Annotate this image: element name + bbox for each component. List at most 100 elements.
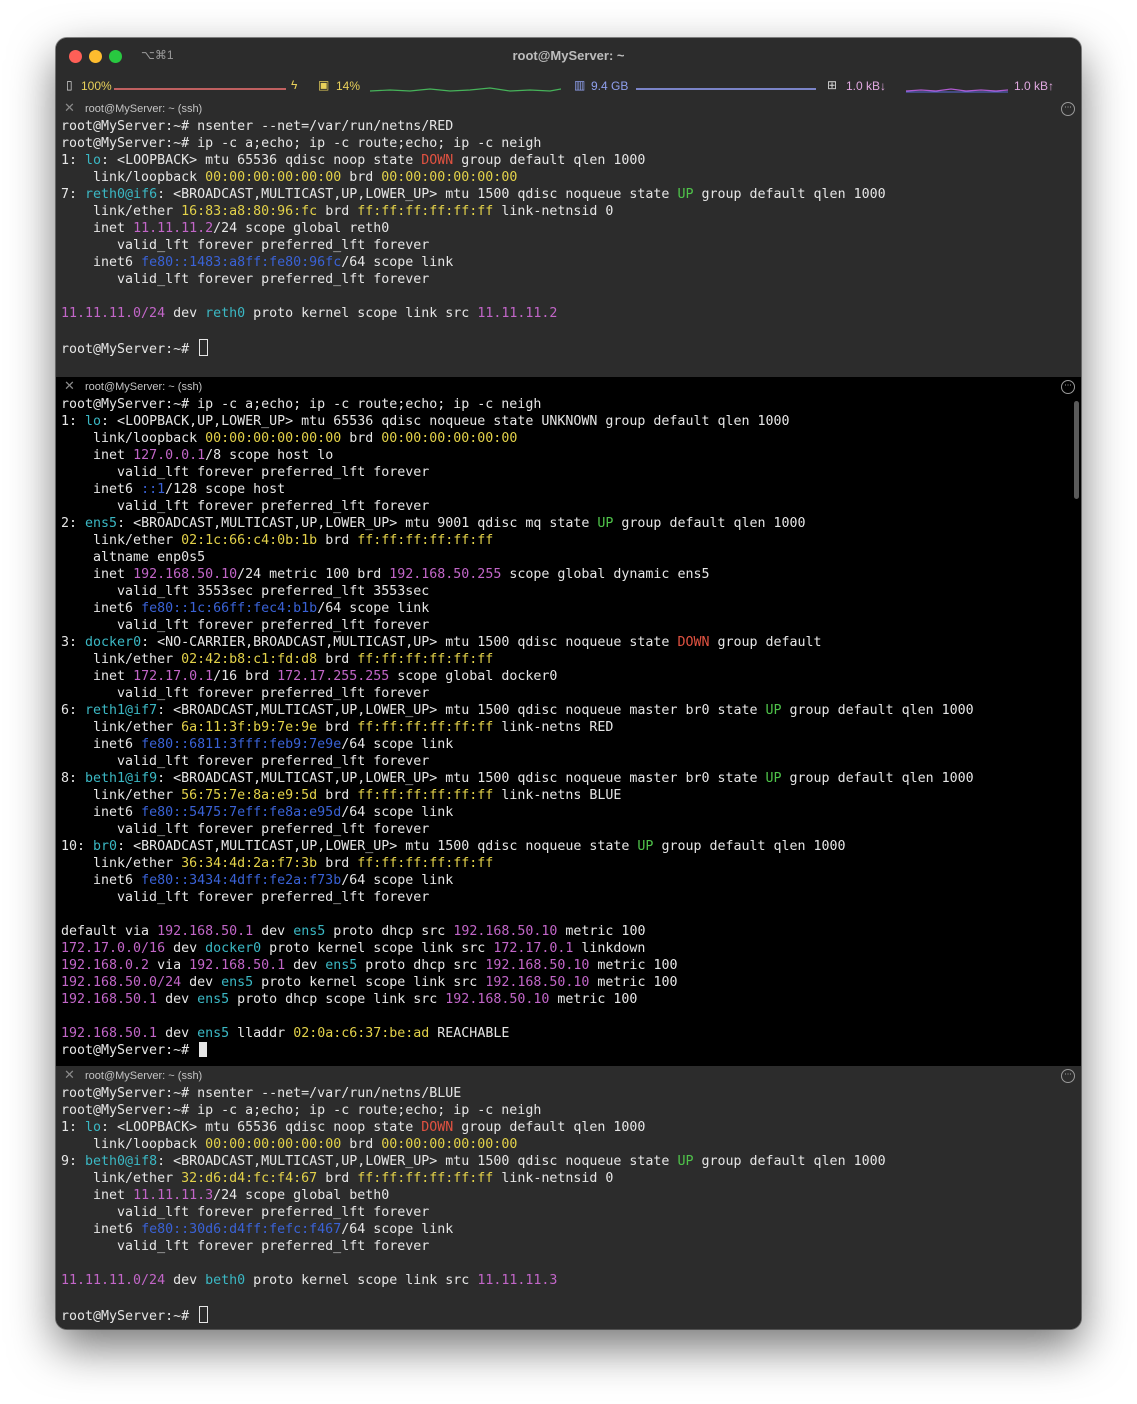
terminal-line: 8: beth1@if9: <BROADCAST,MULTICAST,UP,LO… — [61, 770, 1071, 787]
terminal-line: inet 11.11.11.2/24 scope global reth0 — [61, 220, 1071, 237]
terminal-text: UP — [677, 187, 694, 202]
terminal-text: 192.168.50.10 — [133, 567, 238, 582]
terminal-text: proto kernel scope link src — [245, 1273, 478, 1288]
terminal-text: : <NO-CARRIER,BROADCAST,MULTICAST,UP> mt… — [141, 635, 678, 650]
terminal-text: link/ether — [61, 533, 182, 548]
terminal-line: root@MyServer:~# — [61, 1042, 1071, 1059]
terminal-text: 1: — [61, 1120, 86, 1135]
terminal-text: link/ether — [61, 204, 182, 219]
terminal-text: br0 — [93, 839, 118, 854]
terminal-text: link-netnsid 0 — [493, 204, 614, 219]
terminal-text: fe80::30d6:d4ff:fefc:f467 — [141, 1222, 342, 1237]
terminal-line: root@MyServer:~# nsenter --net=/var/run/… — [61, 1085, 1071, 1102]
terminal-line: link/loopback 00:00:00:00:00:00 brd 00:0… — [61, 169, 1071, 186]
terminal-text: /64 scope link — [341, 1222, 454, 1237]
terminal-text: metric 100 — [589, 975, 678, 990]
terminal-text: 192.168.50.10 — [485, 958, 590, 973]
terminal-text: valid_lft forever preferred_lft forever — [61, 238, 430, 253]
terminal-text: fe80::6811:3fff:feb9:7e9e — [141, 737, 342, 752]
terminal-text: link/ether — [61, 856, 182, 871]
terminal-text: link-netns RED — [493, 720, 614, 735]
terminal-text: group default qlen 1000 — [613, 516, 806, 531]
terminal-text: 02:0a:c6:37:be:ad — [293, 1026, 430, 1041]
close-pane-icon[interactable]: ✕ — [64, 1068, 75, 1083]
close-pane-icon[interactable]: ✕ — [64, 101, 75, 116]
terminal-line: inet6 fe80::1483:a8ff:fe80:96fc/64 scope… — [61, 254, 1071, 271]
terminal-text: valid_lft forever preferred_lft forever — [61, 465, 430, 480]
pane-menu-icon[interactable]: ··· — [1061, 380, 1075, 394]
terminal-line: link/loopback 00:00:00:00:00:00 brd 00:0… — [61, 1136, 1071, 1153]
terminal-text: /64 scope link — [341, 873, 454, 888]
terminal-text: brd — [341, 1137, 382, 1152]
terminal-text: group default qlen 1000 — [453, 153, 646, 168]
terminal-text: link-netns BLUE — [493, 788, 622, 803]
terminal-text: inet6 — [61, 601, 142, 616]
terminal-pane-red[interactable]: ✕ root@MyServer: ~ (ssh) ··· root@MyServ… — [56, 99, 1081, 377]
terminal-text: dev — [157, 1026, 198, 1041]
pane-menu-icon[interactable]: ··· — [1061, 102, 1075, 116]
terminal-line: 3: docker0: <NO-CARRIER,BROADCAST,MULTIC… — [61, 634, 1071, 651]
terminal-text: 2: — [61, 516, 86, 531]
terminal-text: brd — [317, 856, 358, 871]
terminal-text: ens5 — [293, 924, 326, 939]
terminal-line: 1: lo: <LOOPBACK> mtu 65536 qdisc noop s… — [61, 1119, 1071, 1136]
terminal-text: 192.168.50.1 — [61, 992, 158, 1007]
terminal-text: brd — [317, 533, 358, 548]
terminal-text: /8 scope host lo — [205, 448, 334, 463]
terminal-text: 16:83:a8:80:96:fc — [181, 204, 318, 219]
terminal-line: root@MyServer:~# ip -c a;echo; ip -c rou… — [61, 1102, 1071, 1119]
terminal-line: 192.168.0.2 via 192.168.50.1 dev ens5 pr… — [61, 957, 1071, 974]
terminal-text: 36:34:4d:2a:f7:3b — [181, 856, 318, 871]
terminal-text: /24 scope global beth0 — [213, 1188, 390, 1203]
pane-menu-icon[interactable]: ··· — [1061, 1069, 1075, 1083]
terminal-text: inet6 — [61, 873, 142, 888]
terminal-text: /24 metric 100 brd — [237, 567, 390, 582]
terminal-text: ff:ff:ff:ff:ff:ff — [357, 204, 494, 219]
network-icon: ⊞ — [827, 78, 838, 92]
terminal-text: group default qlen 1000 — [653, 839, 846, 854]
terminal-line: 192.168.50.0/24 dev ens5 proto kernel sc… — [61, 974, 1071, 991]
terminal-text: proto kernel scope link src — [253, 975, 486, 990]
pane-header: ✕ root@MyServer: ~ (ssh) ··· — [56, 377, 1081, 397]
terminal-line: valid_lft 3553sec preferred_lft 3553sec — [61, 583, 1071, 600]
terminal-text: DOWN — [677, 635, 710, 650]
cursor — [199, 1042, 208, 1057]
terminal-text: ens5 — [197, 992, 230, 1007]
terminal-text: 00:00:00:00:00:00 — [205, 170, 342, 185]
terminal-text: /128 scope host — [165, 482, 286, 497]
terminal-text: /64 scope link — [341, 255, 454, 270]
terminal-line: link/ether 16:83:a8:80:96:fc brd ff:ff:f… — [61, 203, 1071, 220]
terminal-line: 11.11.11.0/24 dev beth0 proto kernel sco… — [61, 1272, 1071, 1289]
terminal-text: root@MyServer:~# ip -c a;echo; ip -c rou… — [61, 1103, 542, 1118]
pane-title: root@MyServer: ~ (ssh) — [85, 1070, 203, 1082]
terminal-text: /24 scope global reth0 — [213, 221, 390, 236]
scrollbar-thumb[interactable] — [1074, 401, 1079, 499]
terminal-text: 8: — [61, 771, 86, 786]
terminal-line: 10: br0: <BROADCAST,MULTICAST,UP,LOWER_U… — [61, 838, 1071, 855]
terminal-line: valid_lft forever preferred_lft forever — [61, 464, 1071, 481]
terminal-text: proto kernel scope link src — [245, 306, 478, 321]
terminal-text: fe80::1483:a8ff:fe80:96fc — [141, 255, 342, 270]
terminal-line: 11.11.11.0/24 dev reth0 proto kernel sco… — [61, 305, 1071, 322]
terminal-text: ens5 — [221, 975, 254, 990]
terminal-text: reth0 — [205, 306, 246, 321]
terminal-pane-blue[interactable]: ✕ root@MyServer: ~ (ssh) ··· root@MyServ… — [56, 1066, 1081, 1329]
terminal-pane-main[interactable]: ✕ root@MyServer: ~ (ssh) ··· root@MyServ… — [56, 377, 1081, 1066]
terminal-text: 9: — [61, 1154, 86, 1169]
cpu-percent: 14% — [336, 79, 361, 93]
terminal-text: dev — [157, 992, 198, 1007]
terminal-text: 7: — [61, 187, 86, 202]
terminal-text: 11.11.11.2 — [477, 306, 558, 321]
terminal-text: : <LOOPBACK> mtu 65536 qdisc noop state — [101, 153, 422, 168]
terminal-text: group default — [709, 635, 822, 650]
terminal-text: ::1 — [141, 482, 166, 497]
terminal-text: dev — [253, 924, 294, 939]
terminal-text: ff:ff:ff:ff:ff:ff — [357, 788, 494, 803]
terminal-text: docker0 — [205, 941, 262, 956]
terminal-line: inet 127.0.0.1/8 scope host lo — [61, 447, 1071, 464]
terminal-line: root@MyServer:~# ip -c a;echo; ip -c rou… — [61, 135, 1071, 152]
terminal-text: metric 100 — [589, 958, 678, 973]
terminal-text: valid_lft forever preferred_lft forever — [61, 272, 430, 287]
terminal-text: : <BROADCAST,MULTICAST,UP,LOWER_UP> mtu … — [117, 516, 598, 531]
close-pane-icon[interactable]: ✕ — [64, 379, 75, 394]
